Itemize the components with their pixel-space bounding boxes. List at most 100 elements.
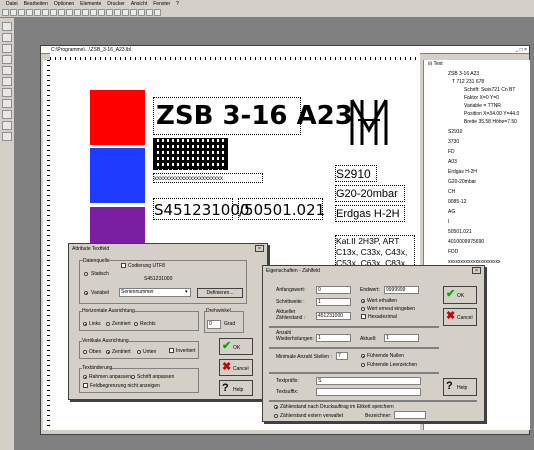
- menu-fenster[interactable]: Fenster: [153, 1, 170, 7]
- tree-root[interactable]: ⊟ Text: [428, 61, 443, 67]
- utf8-checkbox[interactable]: [121, 263, 126, 268]
- tree-item[interactable]: G20-20mbar: [448, 179, 476, 185]
- schrittweite-input[interactable]: 1: [316, 298, 351, 306]
- tree-item[interactable]: ZSB 3-16 A23: [448, 71, 479, 77]
- hexadezimal-checkbox[interactable]: [361, 314, 366, 319]
- attr-help-button[interactable]: ? Help: [219, 380, 253, 396]
- align-right-icon[interactable]: [114, 9, 121, 16]
- close-icon[interactable]: ×: [255, 245, 264, 252]
- menu-elemente[interactable]: Elemente: [80, 1, 101, 7]
- label-title-text[interactable]: ZSB 3-16 A23: [153, 97, 353, 135]
- properties-icon[interactable]: [138, 9, 145, 16]
- tree-item[interactable]: FDD: [448, 249, 458, 255]
- menu-help[interactable]: ?: [176, 1, 179, 7]
- print-icon[interactable]: [26, 9, 33, 16]
- save-counter-radio[interactable]: [274, 405, 278, 409]
- send-back-icon[interactable]: [130, 9, 137, 16]
- tree-item[interactable]: Variable = TTNR: [464, 103, 501, 109]
- counter-placeholder[interactable]: xxxxxxxxxxxxxxxxxxxxxxx: [153, 173, 263, 183]
- chevron-down-icon[interactable]: ▾: [185, 289, 188, 295]
- window-controls[interactable]: _ □ ×: [516, 47, 528, 53]
- menu-ansicht[interactable]: Ansicht: [131, 1, 147, 7]
- tree-item[interactable]: S2910: [448, 129, 462, 135]
- save-icon[interactable]: [18, 9, 25, 16]
- tree-item[interactable]: Schrift: Swis721 Cn BT: [464, 87, 515, 93]
- zoom-out-icon[interactable]: [82, 9, 89, 16]
- new-file-icon[interactable]: [2, 9, 9, 16]
- tree-item[interactable]: Erdgas H-2H: [448, 169, 477, 175]
- tree-item[interactable]: I: [448, 219, 449, 225]
- copy-icon[interactable]: [42, 9, 49, 16]
- tree-item[interactable]: 3730: [448, 139, 459, 145]
- endwert-input[interactable]: 9999999: [384, 286, 419, 294]
- fuehrende-nullen-radio[interactable]: [361, 354, 365, 358]
- minimale-input[interactable]: 7: [336, 352, 348, 360]
- gas-pressure-text[interactable]: G20-20mbar: [335, 185, 405, 202]
- statisch-radio[interactable]: [84, 272, 88, 276]
- counter-ok-button[interactable]: ✔ OK: [443, 286, 477, 304]
- external-counter-radio[interactable]: [274, 414, 278, 418]
- tree-item[interactable]: T 712 231 678: [452, 79, 484, 85]
- rectangle-tool-icon[interactable]: [2, 66, 12, 75]
- bezeichner-input[interactable]: [394, 411, 426, 419]
- purple-color-box[interactable]: [90, 207, 145, 247]
- variable-tool-icon[interactable]: [2, 121, 12, 130]
- image-tool-icon[interactable]: [2, 88, 12, 97]
- menu-drucker[interactable]: Drucker: [107, 1, 125, 7]
- unten-radio[interactable]: [137, 350, 141, 354]
- counter-cancel-button[interactable]: ✖ Cancel: [443, 308, 477, 326]
- bring-front-icon[interactable]: [122, 9, 129, 16]
- tree-item[interactable]: AG: [448, 209, 455, 215]
- tree-item[interactable]: Position X=34.00 Y=44.0: [464, 111, 519, 117]
- grid-icon[interactable]: [90, 9, 97, 16]
- barcode-tool-icon[interactable]: [2, 44, 12, 53]
- zoom-tool-icon[interactable]: [2, 132, 12, 141]
- line-tool-icon[interactable]: [2, 55, 12, 64]
- variabel-radio[interactable]: [84, 291, 88, 295]
- anfangswert-input[interactable]: 0: [316, 286, 351, 294]
- links-radio[interactable]: [83, 322, 87, 326]
- help-icon[interactable]: [154, 9, 161, 16]
- tree-item[interactable]: Breite 35.58 Höhe=7.50: [464, 119, 517, 125]
- menu-datei[interactable]: Datei: [6, 1, 18, 7]
- menu-optionen[interactable]: Optionen: [54, 1, 74, 7]
- paste-icon[interactable]: [50, 9, 57, 16]
- rechts-radio[interactable]: [134, 322, 138, 326]
- feldbegrenzung-checkbox[interactable]: [83, 383, 88, 388]
- aktuell-input[interactable]: 1: [384, 334, 419, 342]
- counter-tool-icon[interactable]: [2, 99, 12, 108]
- align-center-icon[interactable]: [106, 9, 113, 16]
- blue-color-box[interactable]: [90, 148, 145, 203]
- tree-item[interactable]: Faktor X=0 Y=0: [464, 95, 499, 101]
- align-left-icon[interactable]: [98, 9, 105, 16]
- open-folder-icon[interactable]: [10, 9, 17, 16]
- wert-erhalten-radio[interactable]: [361, 299, 365, 303]
- vzentriert-radio[interactable]: [106, 350, 110, 354]
- variable-select[interactable]: Seriennummer: [119, 288, 191, 297]
- oben-radio[interactable]: [83, 350, 87, 354]
- close-icon[interactable]: ×: [472, 267, 481, 274]
- database-icon[interactable]: [146, 9, 153, 16]
- counter-help-button[interactable]: ? Help: [443, 378, 477, 396]
- invertiert-checkbox[interactable]: [169, 348, 174, 353]
- serial-number-text[interactable]: S451231000: [153, 198, 249, 220]
- textsuffix-input[interactable]: [316, 388, 421, 396]
- tree-item[interactable]: A03: [448, 159, 457, 165]
- redo-icon[interactable]: [66, 9, 73, 16]
- tree-item[interactable]: 0085-12: [448, 199, 466, 205]
- gas-type-text[interactable]: Erdgas H-2H: [335, 205, 405, 222]
- ellipse-tool-icon[interactable]: [2, 77, 12, 86]
- zaehlerstand-input[interactable]: 451231000: [316, 312, 351, 320]
- schrift-radio[interactable]: [131, 375, 135, 379]
- tree-item[interactable]: 4010009975690: [448, 239, 484, 245]
- pointer-tool-icon[interactable]: [2, 22, 12, 31]
- rotation-input[interactable]: 0: [207, 320, 221, 329]
- attr-ok-button[interactable]: ✔ OK: [219, 338, 253, 355]
- tree-item[interactable]: CH: [448, 189, 455, 195]
- text-tool-icon[interactable]: [2, 33, 12, 42]
- fuehrende-leer-radio[interactable]: [361, 363, 365, 367]
- date-tool-icon[interactable]: [2, 110, 12, 119]
- part-code-text[interactable]: /50501.021: [238, 198, 325, 220]
- wert-erneut-radio[interactable]: [361, 307, 365, 311]
- cut-icon[interactable]: [34, 9, 41, 16]
